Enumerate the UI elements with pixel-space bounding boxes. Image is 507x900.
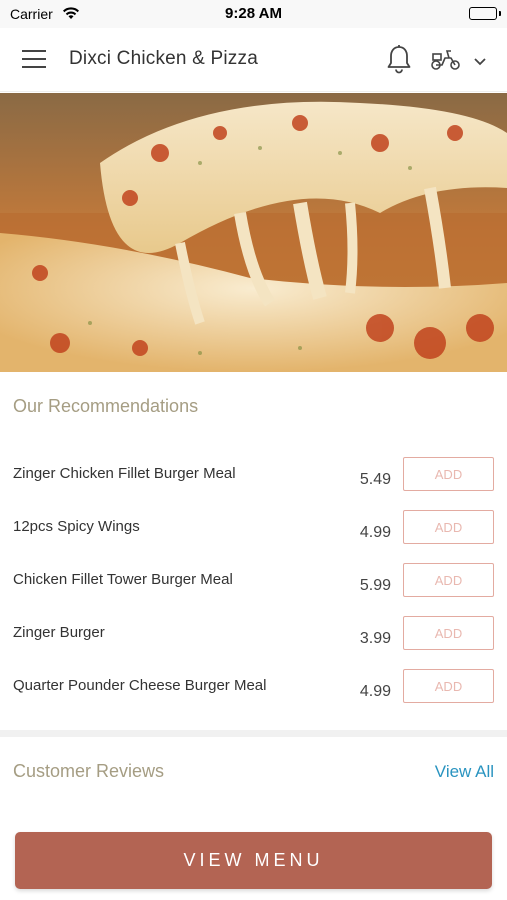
item-price: 5.99 bbox=[359, 577, 391, 594]
view-all-link[interactable]: View All bbox=[435, 762, 494, 782]
reviews-title: Customer Reviews bbox=[13, 761, 165, 781]
item-price: 3.99 bbox=[359, 630, 391, 647]
bell-icon[interactable] bbox=[386, 44, 412, 79]
item-name: Chicken Fillet Tower Burger Meal bbox=[13, 571, 233, 588]
item-price: 4.99 bbox=[359, 524, 391, 541]
item-name: 12pcs Spicy Wings bbox=[13, 518, 140, 535]
scooter-icon[interactable] bbox=[430, 48, 462, 77]
store-title: Dixci Chicken & Pizza bbox=[69, 48, 258, 69]
item-name: Zinger Burger bbox=[13, 624, 105, 641]
battery-icon bbox=[469, 7, 497, 20]
add-button[interactable]: ADD bbox=[403, 510, 494, 544]
add-button[interactable]: ADD bbox=[403, 457, 494, 491]
battery-nub bbox=[499, 11, 501, 16]
item-name: Zinger Chicken Fillet Burger Meal bbox=[13, 465, 236, 482]
item-name: Quarter Pounder Cheese Burger Meal bbox=[13, 677, 267, 694]
item-price: 5.49 bbox=[359, 471, 391, 488]
clock: 9:28 AM bbox=[225, 5, 282, 22]
menu-icon[interactable] bbox=[22, 50, 48, 70]
view-menu-button[interactable]: VIEW MENU bbox=[15, 832, 492, 889]
app-header: Dixci Chicken & Pizza bbox=[0, 28, 507, 92]
recommendations-title: Our Recommendations bbox=[13, 396, 199, 416]
chevron-down-icon[interactable] bbox=[473, 54, 487, 72]
add-button[interactable]: ADD bbox=[403, 669, 494, 703]
hero-pizza-image bbox=[0, 93, 507, 372]
list-item: Quarter Pounder Cheese Burger Meal 4.99 … bbox=[0, 669, 507, 730]
add-button[interactable]: ADD bbox=[403, 616, 494, 650]
add-button[interactable]: ADD bbox=[403, 563, 494, 597]
status-bar: Carrier 9:28 AM bbox=[0, 0, 507, 28]
section-divider bbox=[0, 730, 507, 737]
item-price: 4.99 bbox=[359, 683, 391, 700]
